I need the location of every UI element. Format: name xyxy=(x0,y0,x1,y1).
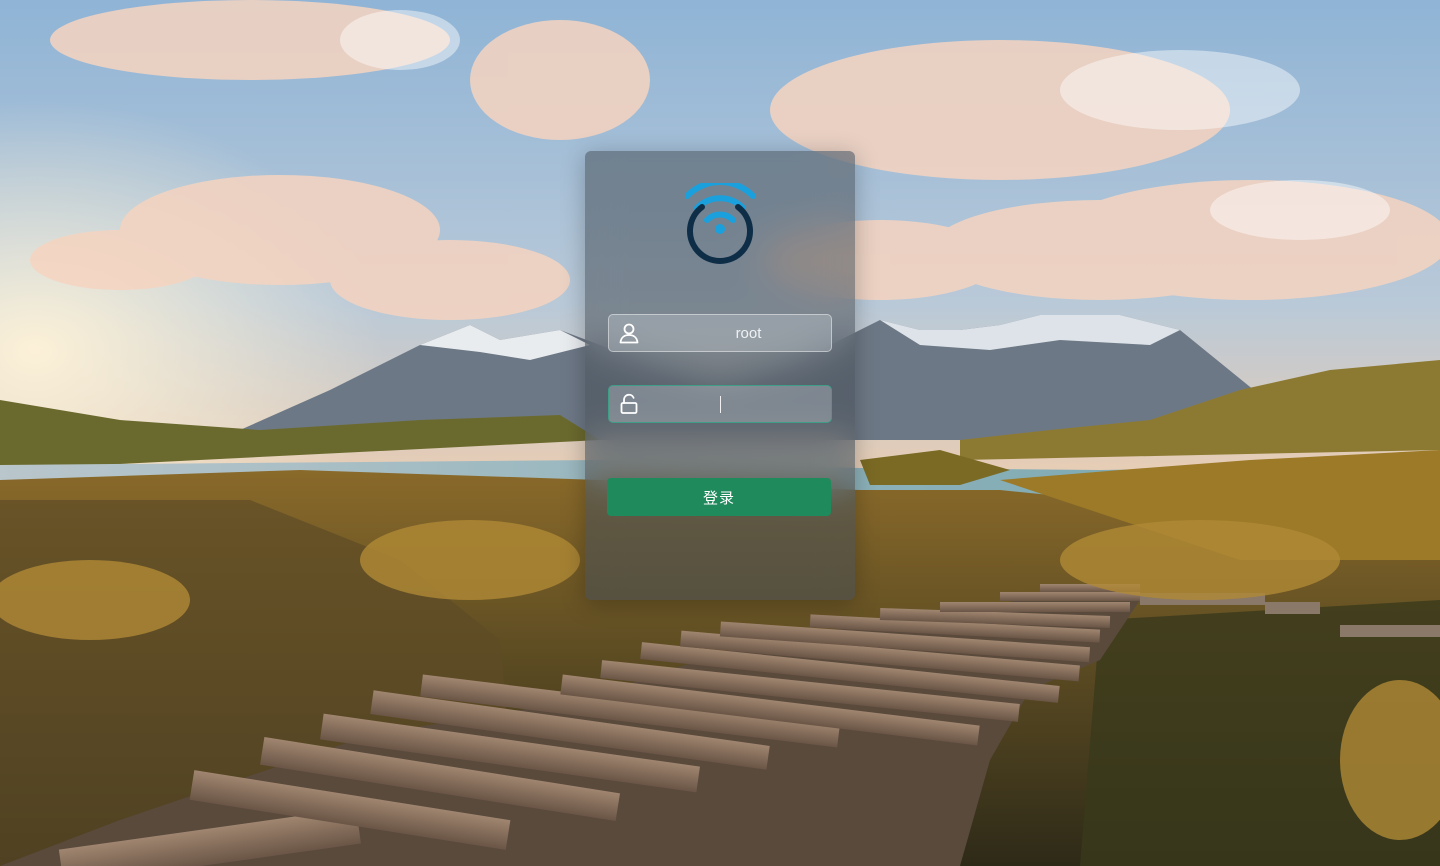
password-input[interactable] xyxy=(649,386,888,422)
unlock-icon xyxy=(609,385,649,423)
username-field[interactable] xyxy=(608,314,888,352)
login-panel: 登录 xyxy=(585,151,888,600)
text-caret xyxy=(720,396,721,413)
user-icon xyxy=(609,314,649,352)
username-input[interactable] xyxy=(649,315,888,351)
password-field[interactable] xyxy=(608,385,888,423)
wifi-router-logo-icon xyxy=(684,179,756,265)
login-button[interactable]: 登录 xyxy=(607,478,831,516)
